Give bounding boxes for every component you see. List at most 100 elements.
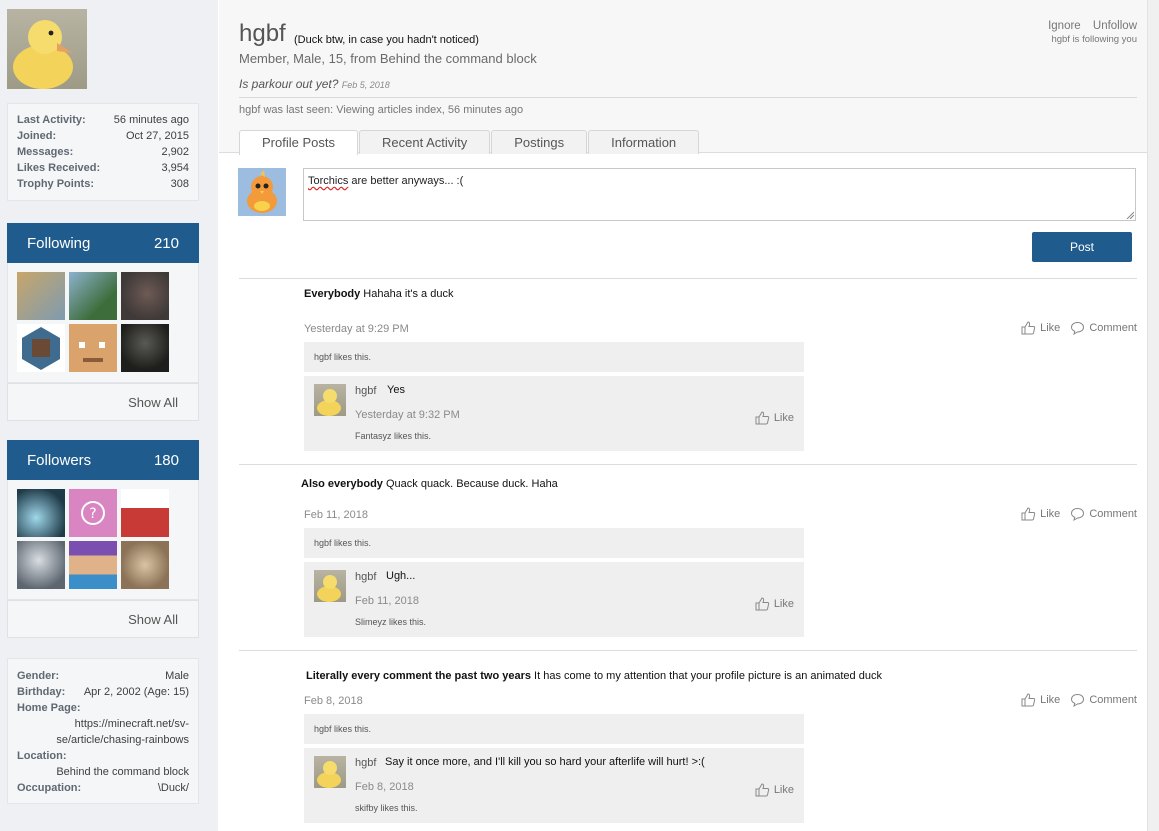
- like-button[interactable]: Like: [1021, 507, 1060, 521]
- tab-information[interactable]: Information: [588, 130, 700, 154]
- post-author[interactable]: Also everybody: [301, 478, 383, 490]
- post-date[interactable]: Feb 11, 2018: [304, 509, 368, 521]
- ignore-link[interactable]: Ignore: [1048, 20, 1081, 32]
- comment-bubble-icon: [1071, 507, 1085, 521]
- profile-actions: Ignore Unfollow hgbf is following you: [1039, 20, 1137, 45]
- profile-post-input[interactable]: Torchics are better anyways... :(: [303, 168, 1136, 221]
- post-date[interactable]: Feb 8, 2018: [304, 695, 363, 707]
- followers-title: Followers: [27, 451, 92, 469]
- following-show-all[interactable]: Show All: [7, 383, 199, 421]
- homepage-link-line-1[interactable]: https://minecraft.net/sv-: [17, 716, 189, 732]
- post-likes-summary[interactable]: hgbf likes this.: [304, 714, 804, 744]
- like-label: Like: [773, 598, 794, 610]
- tab-profile-posts[interactable]: Profile Posts: [239, 130, 358, 155]
- post-comment: hgbf Say it once more, and I'll kill you…: [304, 746, 804, 823]
- tab-recent-activity[interactable]: Recent Activity: [358, 130, 491, 154]
- following-avatar[interactable]: [17, 272, 65, 320]
- comment-likes[interactable]: Slimeyz likes this.: [355, 617, 426, 627]
- comment-button[interactable]: Comment: [1070, 507, 1137, 521]
- follower-avatar[interactable]: [69, 541, 117, 589]
- tab-postings[interactable]: Postings: [491, 130, 588, 154]
- status-date[interactable]: Feb 5, 2018: [342, 80, 390, 90]
- comment-label: Comment: [1089, 694, 1137, 706]
- resize-grip-icon[interactable]: [1126, 211, 1134, 219]
- following-count: 210: [153, 234, 179, 252]
- following-avatar[interactable]: [121, 324, 169, 372]
- post-author[interactable]: Everybody: [304, 288, 360, 300]
- post-date[interactable]: Yesterday at 9:29 PM: [304, 323, 409, 335]
- current-user-avatar[interactable]: [238, 168, 286, 216]
- follower-avatar[interactable]: [121, 489, 169, 537]
- comment-button[interactable]: Comment: [1070, 321, 1137, 335]
- info-occupation: Occupation: \Duck/: [17, 780, 189, 796]
- comment-avatar[interactable]: [314, 570, 346, 602]
- follower-avatar[interactable]: [121, 541, 169, 589]
- comment-likes[interactable]: Fantasyz likes this.: [355, 431, 431, 441]
- follower-avatar[interactable]: ?: [69, 489, 117, 537]
- comment-like-button[interactable]: Like: [755, 411, 794, 425]
- unfollow-link[interactable]: Unfollow: [1093, 20, 1137, 32]
- following-avatar[interactable]: [17, 324, 65, 372]
- post-author[interactable]: Literally every comment the past two yea…: [306, 670, 531, 682]
- following-avatar[interactable]: [69, 324, 117, 372]
- comment-bubble-icon: [1071, 693, 1085, 707]
- comment-button[interactable]: Comment: [1070, 693, 1137, 707]
- thumbs-up-icon: [1021, 693, 1036, 707]
- post-actions: Like Comment: [1011, 507, 1137, 521]
- last-seen: hgbf was last seen: Viewing articles ind…: [239, 104, 524, 116]
- stat-label: Messages:: [17, 146, 74, 158]
- profile-status: Is parkour out yet? Feb 5, 2018: [239, 77, 390, 91]
- followers-show-all[interactable]: Show All: [7, 600, 199, 638]
- stat-value: 3,954: [161, 162, 189, 174]
- like-button[interactable]: Like: [1021, 693, 1060, 707]
- comment-author[interactable]: hgbf: [355, 571, 376, 583]
- post-likes-summary[interactable]: hgbf likes this.: [304, 528, 804, 558]
- comment-avatar[interactable]: [314, 756, 346, 788]
- stat-value[interactable]: 308: [171, 176, 189, 192]
- location-value[interactable]: Behind the command block: [17, 764, 189, 780]
- post-message: Also everybody Quack quack. Because duck…: [301, 478, 558, 490]
- like-label: Like: [773, 412, 794, 424]
- profile-meta: Member, Male, 15, from Behind the comman…: [239, 51, 537, 66]
- comment-date[interactable]: Yesterday at 9:32 PM: [355, 409, 460, 421]
- comment-likes[interactable]: skifby likes this.: [355, 803, 418, 813]
- svg-text:?: ?: [89, 506, 96, 522]
- post-button[interactable]: Post: [1032, 232, 1132, 262]
- following-avatar[interactable]: [121, 272, 169, 320]
- thumbs-up-icon: [1021, 321, 1036, 335]
- like-button[interactable]: Like: [1021, 321, 1060, 335]
- info-birthday: Birthday: Apr 2, 2002 (Age: 15): [17, 684, 189, 700]
- post-body: Quack quack. Because duck. Haha: [382, 478, 558, 490]
- page-scrollbar[interactable]: [1147, 0, 1159, 831]
- comment-author[interactable]: hgbf: [355, 757, 376, 769]
- info-homepage: Home Page:: [17, 700, 189, 716]
- stat-joined: Joined: Oct 27, 2015: [17, 128, 189, 144]
- stat-trophy-points: Trophy Points: 308: [17, 176, 189, 192]
- post-likes-summary[interactable]: hgbf likes this.: [304, 342, 804, 372]
- info-label: Birthday:: [17, 686, 66, 698]
- info-value: Male: [165, 670, 189, 682]
- stat-messages: Messages: 2,902: [17, 144, 189, 160]
- comment-avatar[interactable]: [314, 384, 346, 416]
- comment-date[interactable]: Feb 11, 2018: [355, 595, 419, 607]
- comment-author[interactable]: hgbf: [355, 385, 376, 397]
- comment-like-button[interactable]: Like: [755, 597, 794, 611]
- stat-value[interactable]: 2,902: [161, 144, 189, 160]
- profile-stats: Last Activity: 56 minutes ago Joined: Oc…: [7, 103, 199, 201]
- stat-label: Trophy Points:: [17, 178, 94, 190]
- follower-avatar[interactable]: [17, 489, 65, 537]
- stat-last-activity: Last Activity: 56 minutes ago: [17, 112, 189, 128]
- following-title: Following: [27, 234, 91, 252]
- comment-label: Comment: [1089, 322, 1137, 334]
- comment-date[interactable]: Feb 8, 2018: [355, 781, 414, 793]
- profile-info: Gender: Male Birthday: Apr 2, 2002 (Age:…: [7, 658, 199, 804]
- profile-avatar[interactable]: [7, 9, 87, 89]
- following-avatar[interactable]: [69, 272, 117, 320]
- thumbs-up-icon: [755, 597, 769, 611]
- homepage-link-line-2[interactable]: se/article/chasing-rainbows: [17, 732, 189, 748]
- comment-like-button[interactable]: Like: [755, 783, 794, 797]
- thumbs-up-icon: [1021, 507, 1036, 521]
- follower-avatar[interactable]: [17, 541, 65, 589]
- post-divider: [239, 464, 1137, 465]
- post-comment: hgbf Ugh... Feb 11, 2018 Slimeyz likes t…: [304, 560, 804, 637]
